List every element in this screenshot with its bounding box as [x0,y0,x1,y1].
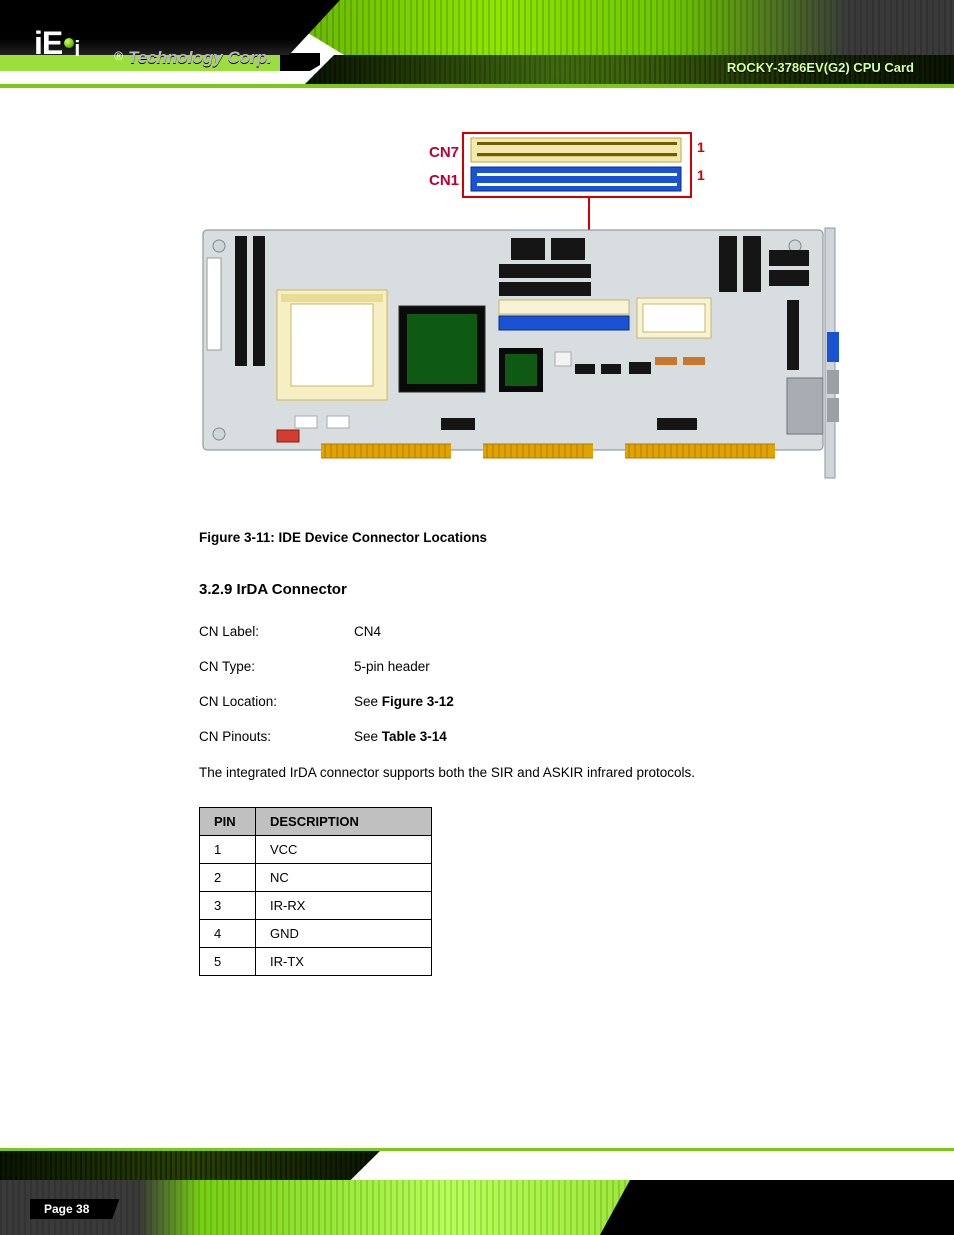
table-row: 5IR-TX [200,947,432,975]
callout-cn7: CN7 [429,144,459,161]
logo-text2: i [74,36,80,62]
pinout-table: PIN DESCRIPTION 1VCC 2NC 3IR-RX 4GND 5IR… [199,807,432,976]
cell-pin: 2 [200,863,256,891]
spec-key: CN Label: [199,624,354,639]
cell-pin: 1 [200,835,256,863]
spec-key: CN Pinouts: [199,729,354,744]
footer-divider [0,1148,954,1151]
spec-key: CN Type: [199,659,354,674]
spec-row-location: CN Location: See Figure 3-12 [199,694,839,709]
cell-pin: 5 [200,947,256,975]
pin1-label-a: 1 [697,139,705,155]
spec-value-ref: Table 3-14 [382,729,447,744]
spec-value-prefix: See [354,694,382,709]
cell-desc: IR-RX [256,891,432,919]
spec-value: See Figure 3-12 [354,694,454,709]
page-number: 38 [76,1202,89,1216]
logo-tagline: Technology Corp. [128,48,272,68]
cell-desc: IR-TX [256,947,432,975]
spec-row-type: CN Type: 5-pin header [199,659,839,674]
spec-value: CN4 [354,624,381,639]
section-heading: 3.2.9 IrDA Connector [199,581,839,598]
cell-desc: GND [256,919,432,947]
document-title: ROCKY-3786EV(G2) CPU Card [727,60,914,75]
spec-key: CN Location: [199,694,354,709]
document-body: Figure 3-11: IDE Device Connector Locati… [199,530,839,976]
spec-row-pinouts: CN Pinouts: See Table 3-14 [199,729,839,744]
page-header-banner: iE i ® Technology Corp. ROCKY-3786EV(G2)… [0,0,954,105]
logo-registered: ® [114,49,123,63]
callout-cn1: CN1 [429,172,459,189]
table-header-desc: DESCRIPTION [256,807,432,835]
section-paragraph: The integrated IrDA connector supports b… [199,764,839,783]
logo-dot-icon [64,38,74,48]
footer-black-wedge [600,1180,954,1235]
figure-caption: Figure 3-11: IDE Device Connector Locati… [199,530,839,545]
spec-row-label: CN Label: CN4 [199,624,839,639]
table-row: 2NC [200,863,432,891]
logo-wordmark: iE i [34,28,80,62]
cell-pin: 3 [200,891,256,919]
table-header-row: PIN DESCRIPTION [200,807,432,835]
banner-green-strip [254,0,954,55]
cell-desc: NC [256,863,432,891]
spec-value: See Table 3-14 [354,729,447,744]
footer-dark-strip [0,1151,380,1181]
page-footer-banner: Page 38 [0,1143,954,1235]
spec-value: 5-pin header [354,659,430,674]
table-header-pin: PIN [200,807,256,835]
table-row: 3IR-RX [200,891,432,919]
spec-value-ref: Figure 3-12 [382,694,454,709]
pin1-label-b: 1 [697,167,705,183]
banner-divider [0,84,954,88]
spec-value-prefix: See [354,729,382,744]
board-diagram: CN7 CN1 1 1 [199,130,839,480]
table-row: 4GND [200,919,432,947]
cell-pin: 4 [200,919,256,947]
table-row: 1VCC [200,835,432,863]
page-number-pill: Page 38 [30,1199,119,1219]
cell-desc: VCC [256,835,432,863]
logo-text: iE [34,25,62,62]
brand-logo: iE i [34,28,80,62]
board-svg: CN7 CN1 1 1 [199,130,839,480]
page-label: Page [44,1202,73,1216]
